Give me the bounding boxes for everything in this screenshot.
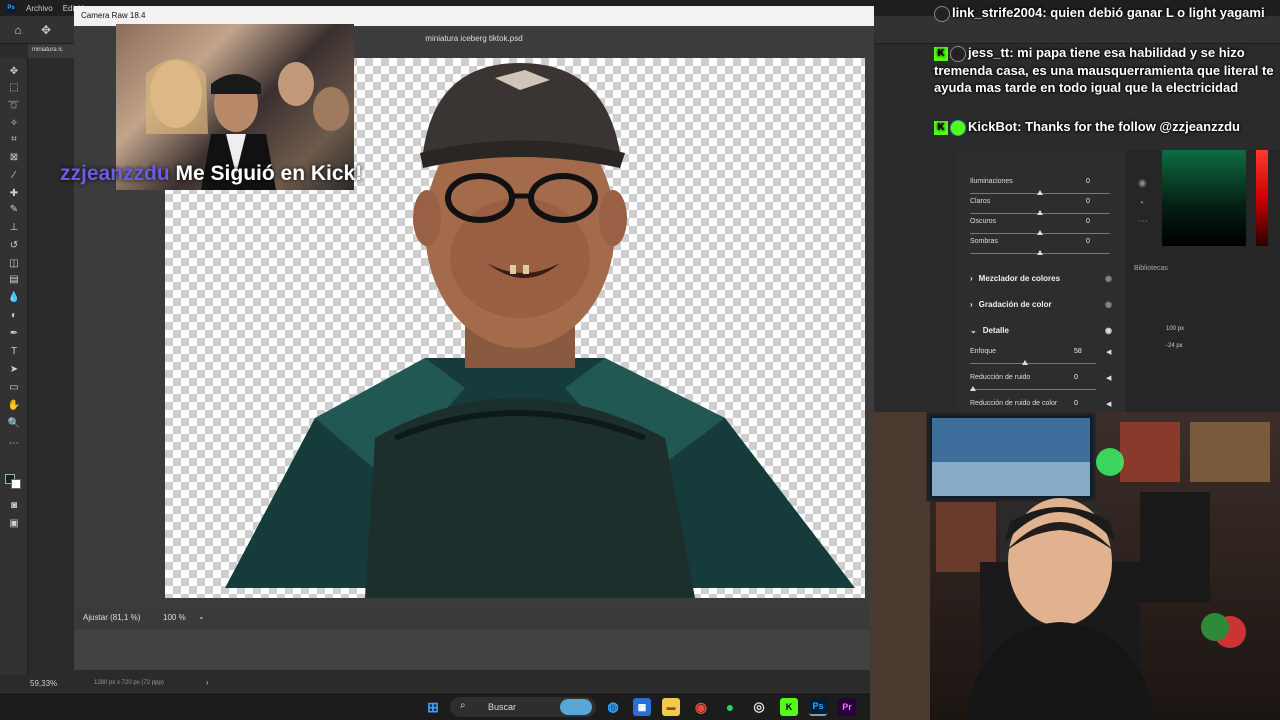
marquee-tool-icon[interactable]: ⬚ bbox=[6, 80, 22, 94]
eye-icon[interactable]: ◉ bbox=[1105, 274, 1112, 283]
triangle-left-icon[interactable]: ◀ bbox=[1106, 348, 1111, 356]
home-icon[interactable]: ⌂ bbox=[10, 22, 26, 38]
crop-tool-icon[interactable]: ⌗ bbox=[6, 132, 22, 146]
bot-avatar-icon bbox=[950, 119, 966, 136]
status-bar: 59,33% 1280 px x 720 px (72 ppp) › bbox=[0, 674, 870, 692]
photoshop-taskbar-icon[interactable]: Ps bbox=[809, 698, 827, 716]
section-gradacion-de-color[interactable]: › Gradación de color ◉ bbox=[970, 294, 1120, 314]
eyedropper-icon[interactable]: ⁄ bbox=[6, 168, 22, 182]
chat-message: link_strife2004: quien debió ganar L o l… bbox=[934, 4, 1274, 22]
blur-tool-icon[interactable]: 💧 bbox=[6, 290, 22, 304]
zoom-tool-icon[interactable]: 🔍 bbox=[6, 416, 22, 430]
more-tools-icon[interactable]: ⋯ bbox=[6, 436, 22, 450]
slider-enfoque[interactable]: Enfoque 58 ◀ bbox=[970, 348, 1111, 368]
move-tool-icon[interactable]: ✥ bbox=[38, 22, 54, 38]
windows-start-icon[interactable]: ⊞ bbox=[424, 698, 442, 716]
camera-raw-bottom-bar: Ajustar (81,1 %) 100 % ⌄ bbox=[74, 606, 874, 630]
rectangle-tool-icon[interactable]: ▭ bbox=[6, 380, 22, 394]
more-options-icon[interactable]: ⋯ bbox=[1138, 216, 1148, 227]
photoshop-logo-icon: Ps bbox=[6, 3, 16, 13]
hue-slider[interactable] bbox=[1256, 150, 1268, 246]
chevron-down-icon: ⌄ bbox=[970, 325, 977, 335]
slider-reduccion-de-ruido[interactable]: Reducción de ruido 0 ◀ bbox=[970, 374, 1111, 394]
healing-brush-icon[interactable]: ✚ bbox=[6, 186, 22, 200]
kick-badge-icon: K bbox=[934, 46, 948, 61]
slider-sombras[interactable]: Sombras 0 bbox=[970, 238, 1110, 258]
brush-tool-icon[interactable]: ✎ bbox=[6, 202, 22, 216]
magic-wand-icon[interactable]: ✧ bbox=[6, 116, 22, 130]
frame-tool-icon[interactable]: ⊠ bbox=[6, 150, 22, 164]
edge-icon[interactable]: ◍ bbox=[604, 698, 622, 716]
eye-icon[interactable]: ◉ bbox=[1105, 326, 1112, 335]
slider-iluminaciones[interactable]: Iluminaciones 0 bbox=[970, 178, 1110, 198]
store-icon[interactable]: ▦ bbox=[633, 698, 651, 716]
pen-tool-icon[interactable]: ✒ bbox=[6, 326, 22, 340]
document-tab[interactable]: miniatura ic bbox=[28, 44, 76, 58]
dodge-tool-icon[interactable]: ◐ bbox=[6, 308, 22, 322]
section-detalle[interactable]: ⌄ Detalle ◉ bbox=[970, 320, 1120, 340]
webcam-scene bbox=[870, 412, 1270, 720]
camera-raw-edit-panel: Iluminaciones 0 Claros 0 Oscuros 0 Sombr… bbox=[956, 150, 1126, 412]
camera-raw-footer bbox=[74, 630, 874, 670]
chat-message: Kjess_tt: mi papa tiene esa habilidad y … bbox=[934, 45, 1274, 95]
fit-zoom-button[interactable]: Ajustar (81,1 %) bbox=[83, 613, 140, 622]
stream-chat-overlay: link_strife2004: quien debió ganar L o l… bbox=[922, 0, 1280, 160]
spotify-icon[interactable]: ● bbox=[721, 698, 739, 716]
premiere-icon[interactable]: Pr bbox=[838, 698, 856, 716]
color-picker-field[interactable] bbox=[1162, 150, 1246, 246]
brush-panel-icon[interactable]: ◔ bbox=[1138, 198, 1144, 209]
hand-tool-icon[interactable]: ✋ bbox=[6, 398, 22, 412]
webcam-feed bbox=[870, 412, 1280, 720]
follow-alert-text: zzjeanzzdu Me Siguió en Kick! bbox=[60, 162, 362, 186]
libraries-tab[interactable]: Bibliotecas bbox=[1134, 265, 1168, 272]
field-offset[interactable]: -24 px bbox=[1166, 343, 1183, 349]
zoom-level: 59,33% bbox=[30, 679, 58, 688]
triangle-left-icon[interactable]: ◀ bbox=[1106, 400, 1111, 408]
gradient-tool-icon[interactable]: ▤ bbox=[6, 272, 22, 286]
type-tool-icon[interactable]: T bbox=[6, 344, 22, 358]
document-info: 1280 px x 720 px (72 ppp) bbox=[94, 680, 164, 686]
chevron-down-icon[interactable]: ⌄ bbox=[198, 612, 205, 621]
quick-mask-icon[interactable]: ◙ bbox=[6, 498, 22, 512]
file-explorer-icon[interactable]: ▬ bbox=[662, 698, 680, 716]
kick-app-icon[interactable]: K bbox=[780, 698, 798, 716]
chevron-right-icon: › bbox=[970, 299, 973, 309]
tools-panel: ✥ ⬚ ➰ ✧ ⌗ ⊠ ⁄ ✚ ✎ ⊥ ↺ ◫ ▤ 💧 ◐ ✒ T ➤ ▭ ✋ … bbox=[0, 58, 28, 674]
search-icon: ⌕ bbox=[460, 700, 466, 711]
stamp-tool-icon[interactable]: ⊥ bbox=[6, 220, 22, 234]
kick-badge-icon: K bbox=[934, 120, 948, 135]
slider-oscuros[interactable]: Oscuros 0 bbox=[970, 218, 1110, 238]
chevron-right-icon[interactable]: › bbox=[206, 678, 209, 687]
section-mezclador-de-colores[interactable]: › Mezclador de colores ◉ bbox=[970, 268, 1120, 288]
history-brush-icon[interactable]: ↺ bbox=[6, 238, 22, 252]
eye-icon[interactable]: ◉ bbox=[1138, 178, 1147, 189]
screen-mode-icon[interactable]: ▣ bbox=[6, 516, 22, 530]
search-highlight-icon bbox=[560, 699, 592, 715]
move-tool-icon[interactable]: ✥ bbox=[6, 64, 22, 78]
slider-claros[interactable]: Claros 0 bbox=[970, 198, 1110, 218]
eye-icon[interactable]: ◉ bbox=[1105, 300, 1112, 309]
alert-message: Me Siguió en Kick! bbox=[175, 162, 363, 185]
path-select-icon[interactable]: ➤ bbox=[6, 362, 22, 376]
menu-archivo[interactable]: Archivo bbox=[26, 4, 53, 13]
chrome-icon[interactable]: ◉ bbox=[692, 698, 710, 716]
triangle-left-icon[interactable]: ◀ bbox=[1106, 374, 1111, 382]
chevron-right-icon: › bbox=[970, 273, 973, 283]
chat-message: K KickBot: Thanks for the follow @zzjeanz… bbox=[934, 118, 1274, 136]
alert-username: zzjeanzzdu bbox=[60, 162, 170, 185]
taskbar-search[interactable]: ⌕ Buscar bbox=[450, 697, 596, 717]
eraser-tool-icon[interactable]: ◫ bbox=[6, 256, 22, 270]
obs-icon[interactable]: ◎ bbox=[750, 698, 768, 716]
lasso-tool-icon[interactable]: ➰ bbox=[6, 98, 22, 112]
windows-taskbar: ⊞ ⌕ Buscar ◍ ▦ ▬ ◉ ● ◎ K Ps Pr bbox=[0, 692, 870, 720]
background-color-swatch[interactable] bbox=[11, 479, 21, 489]
camera-raw-title: Camera Raw 18.4 bbox=[74, 6, 874, 26]
user-avatar-icon bbox=[934, 5, 950, 22]
user-avatar-icon bbox=[950, 45, 966, 62]
zoom-100-button[interactable]: 100 % bbox=[163, 613, 186, 622]
field-width[interactable]: 100 px bbox=[1166, 326, 1184, 332]
